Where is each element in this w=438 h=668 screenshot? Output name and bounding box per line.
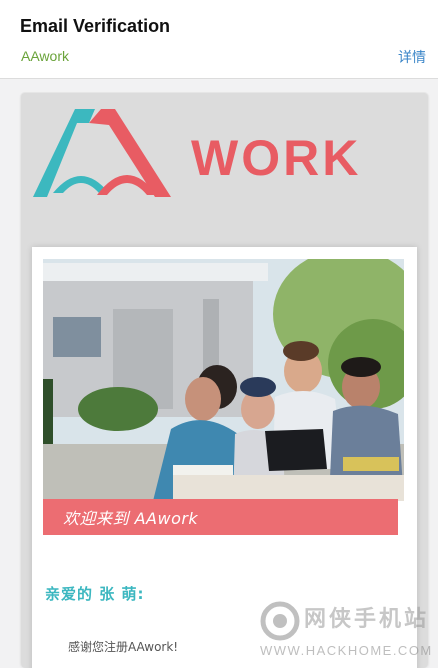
- sender-name[interactable]: AAwork: [21, 48, 69, 64]
- welcome-banner: 欢迎来到 AAwork: [43, 499, 398, 535]
- greeting-text: 亲爱的 张 萌:: [45, 585, 145, 603]
- aawork-logo: WORK: [33, 109, 361, 197]
- site-watermark: 网侠手机站 WWW.HACKHOME.COM: [260, 601, 433, 661]
- logo-a-teal-arc: [53, 176, 109, 193]
- thanks-text: 感谢您注册AAwork!: [68, 640, 179, 654]
- logo-a-red: [89, 109, 171, 197]
- welcome-text: 欢迎来到 AAwork: [63, 509, 199, 528]
- email-body: WORK 欢迎来到 AAwork 亲爱的 张 萌: 感谢您注册AAwork!: [20, 92, 429, 668]
- email-subject: Email Verification: [20, 16, 171, 36]
- logo-work-text: WORK: [191, 130, 361, 186]
- details-link[interactable]: 详情: [398, 47, 426, 67]
- hero-photo: [43, 259, 404, 501]
- watermark-logo-icon: [260, 601, 300, 641]
- watermark-url: WWW.HACKHOME.COM: [260, 643, 433, 658]
- email-header: Email Verification AAwork 详情: [0, 0, 438, 79]
- watermark-site-name: 网侠手机站: [304, 607, 430, 632]
